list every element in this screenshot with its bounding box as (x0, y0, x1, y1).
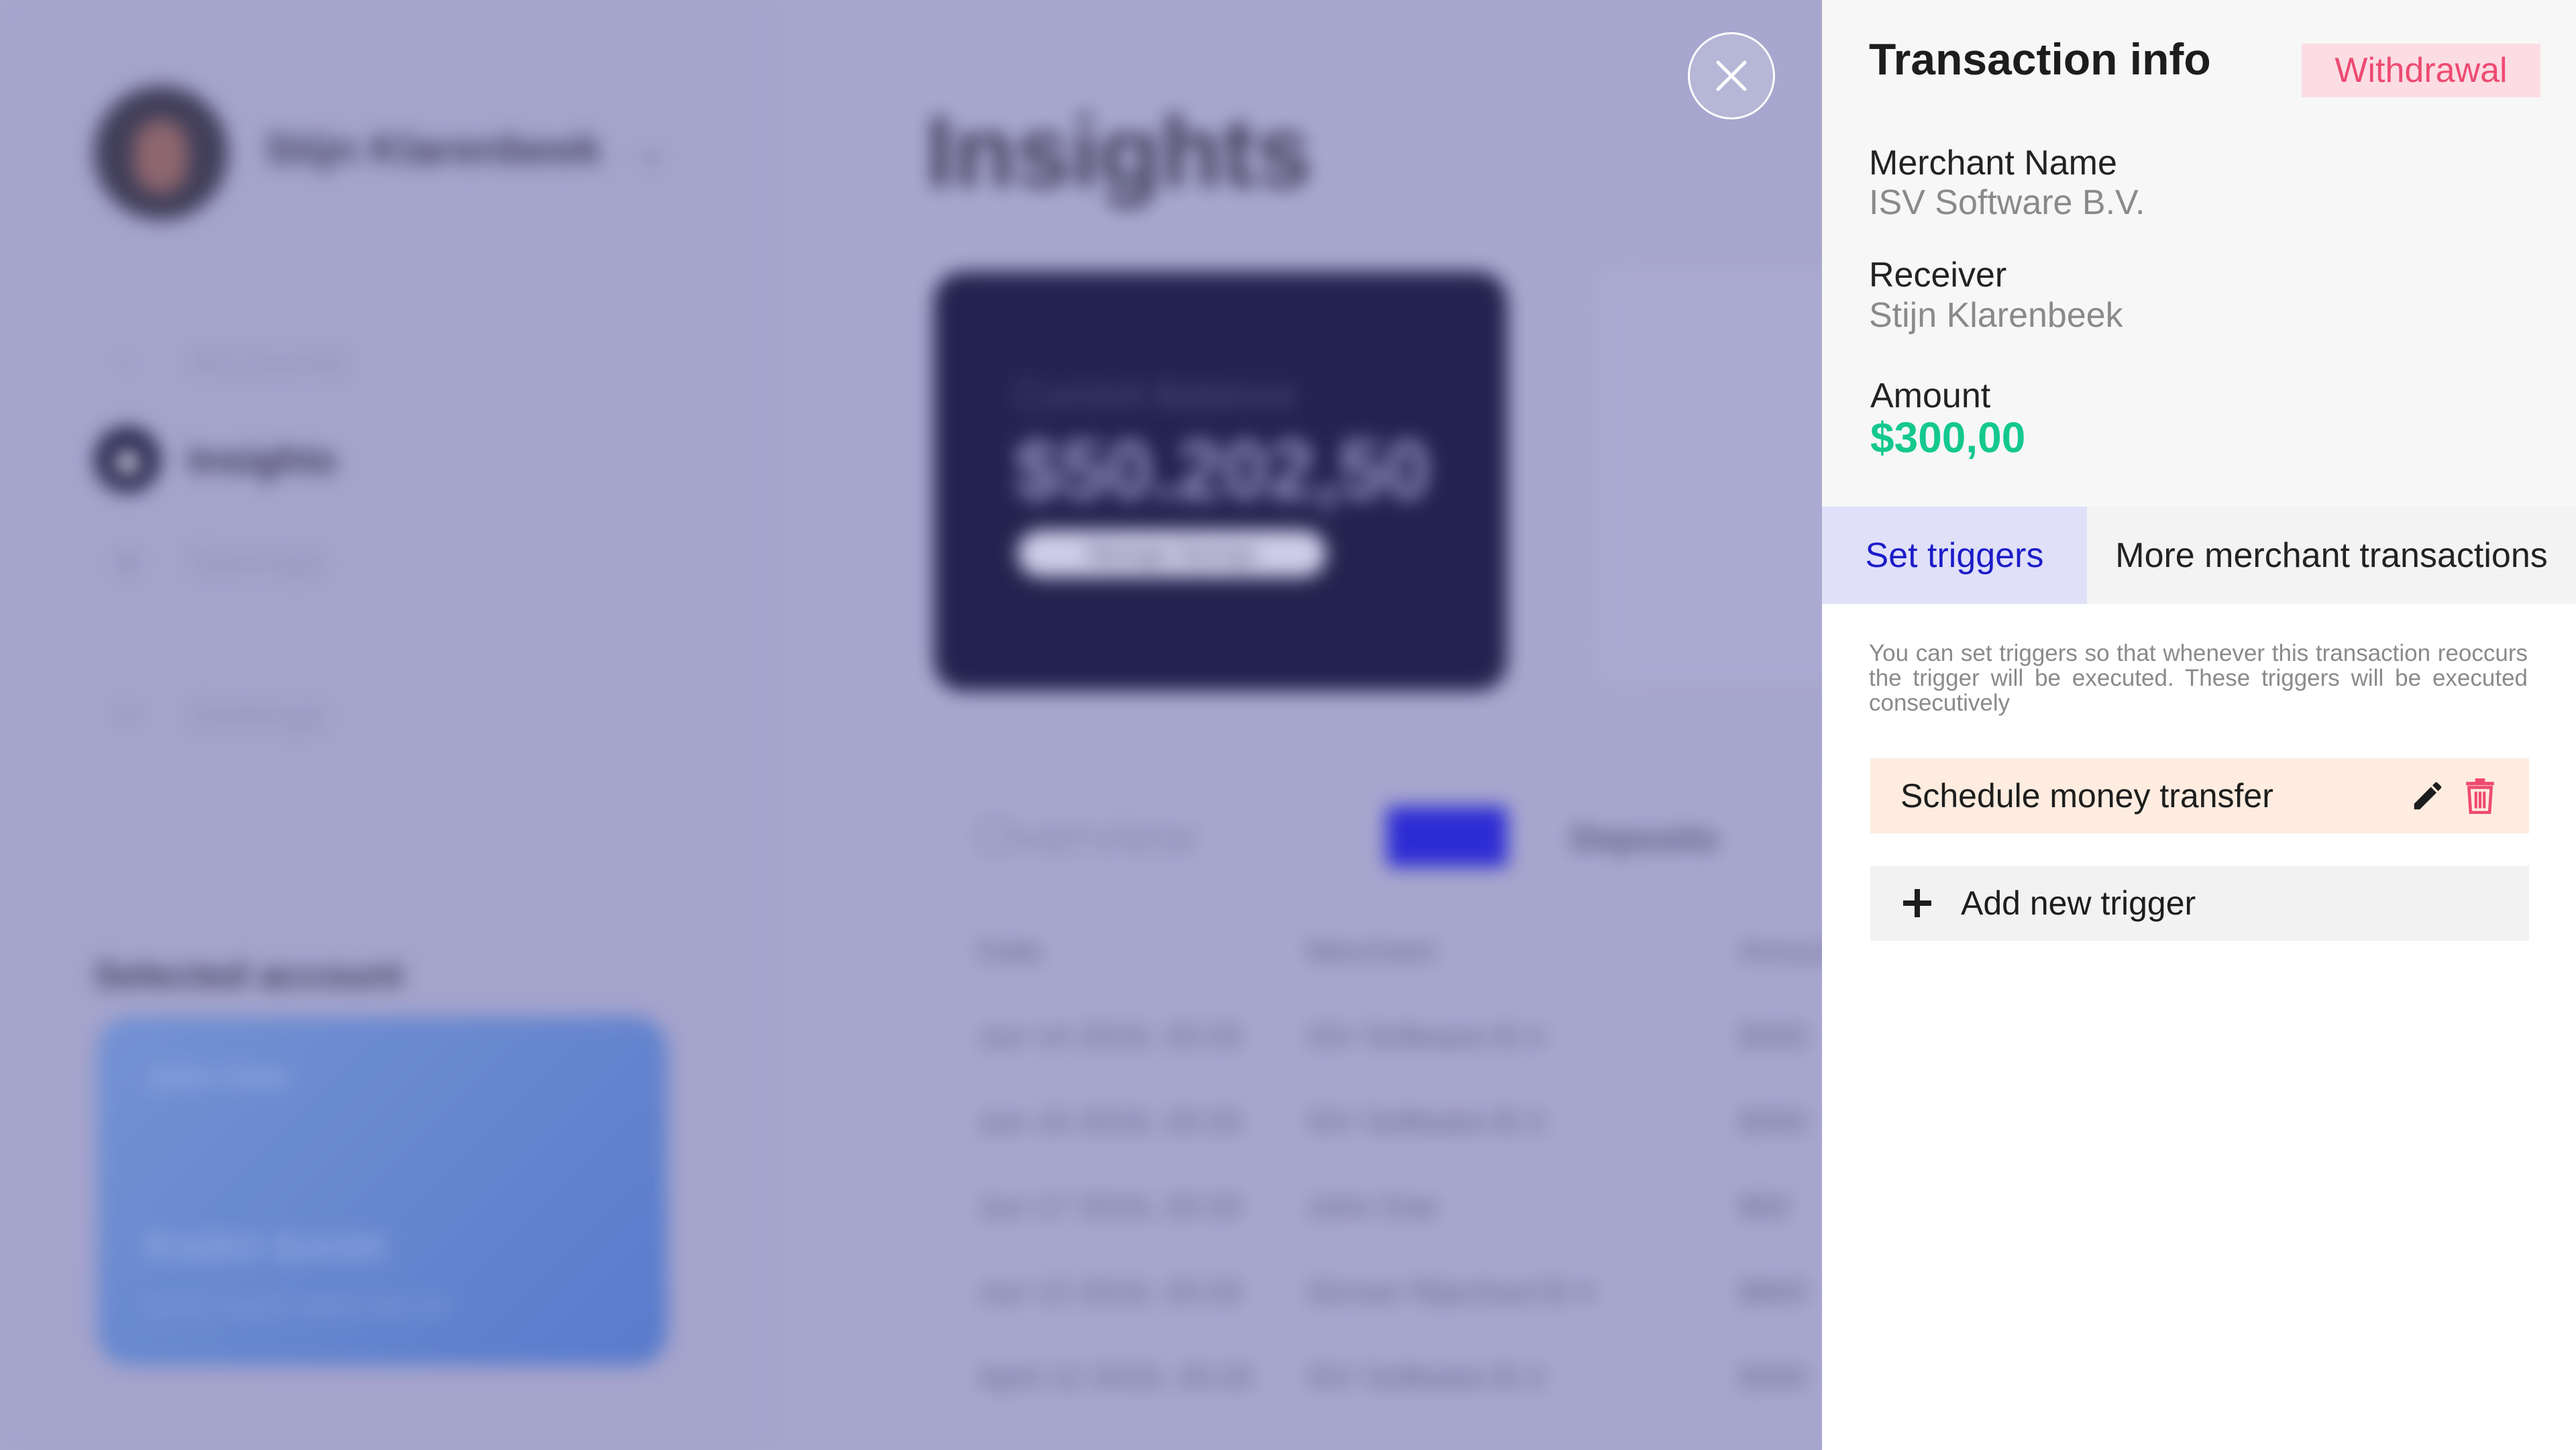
amount-value: $300,00 (1870, 413, 2026, 462)
panel-title: Transaction info (1869, 34, 2211, 84)
tab-set-triggers[interactable]: Set triggers (1822, 507, 2087, 604)
receiver-value: Stijn Klarenbeek (1869, 296, 2123, 335)
background-app: Stijn Klarenbeek ⌄ ◐ Accounts ◉ Insights… (0, 0, 1825, 1450)
pencil-icon (2414, 782, 2442, 810)
triggers-description: You can set triggers so that whenever th… (1869, 640, 2528, 716)
panel-tabs: Set triggers More merchant transactions (1822, 507, 2576, 604)
transaction-info-panel: Transaction info Withdrawal Merchant Nam… (1822, 0, 2576, 1450)
panel-header: Transaction info Withdrawal Merchant Nam… (1822, 0, 2576, 507)
merchant-label: Merchant Name (1869, 144, 2117, 183)
merchant-value: ISV Software B.V. (1869, 183, 2145, 222)
add-trigger-label: Add new trigger (1961, 884, 2196, 922)
add-trigger-button[interactable]: Add new trigger (1870, 866, 2529, 941)
amount-label: Amount (1870, 376, 1991, 415)
transaction-type-badge: Withdrawal (2302, 44, 2540, 97)
plus-icon (1903, 889, 1931, 917)
receiver-label: Receiver (1869, 256, 2007, 295)
trash-icon (2466, 778, 2494, 814)
close-icon (1716, 60, 1747, 91)
trigger-label: Schedule money transfer (1900, 777, 2273, 815)
delete-trigger-button[interactable] (2457, 772, 2504, 819)
tab-more-merchant-transactions[interactable]: More merchant transactions (2087, 507, 2576, 604)
trigger-item[interactable]: Schedule money transfer (1870, 758, 2529, 833)
close-button[interactable] (1688, 32, 1775, 119)
edit-trigger-button[interactable] (2404, 772, 2451, 819)
modal-scrim[interactable] (0, 0, 1825, 1450)
